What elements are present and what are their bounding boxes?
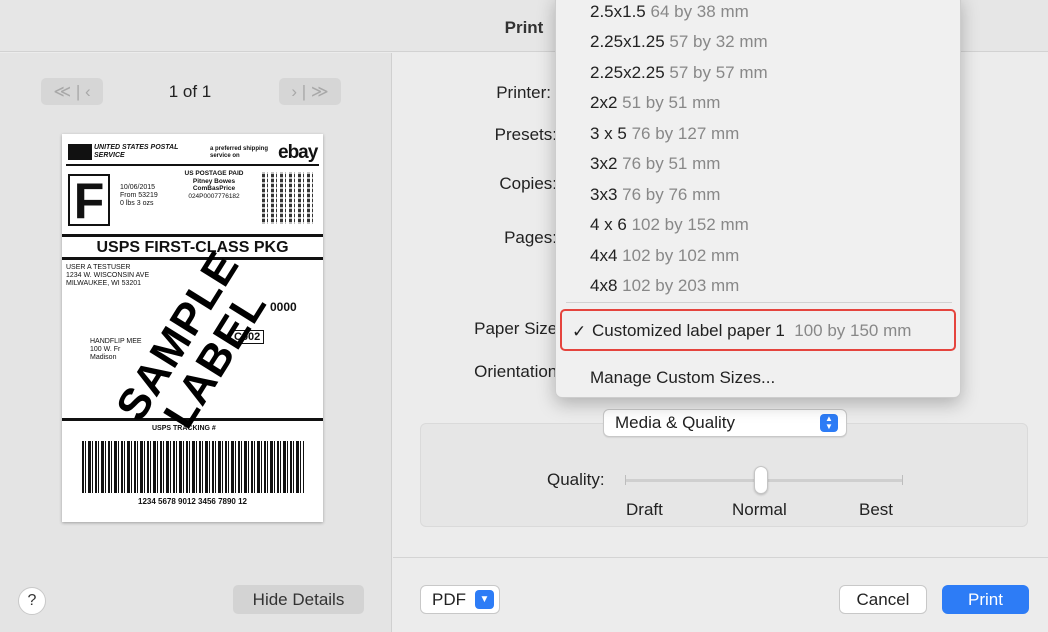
usps-eagle-icon (68, 144, 92, 160)
updown-chevron-icon: ▲ ▼ (820, 414, 838, 432)
quality-normal: Normal (732, 500, 787, 519)
quality-best: Best (859, 500, 894, 519)
print-button[interactable]: Print (942, 585, 1029, 614)
paper-size-menu: 2.5x1.5 64 by 38 mm 2.25x1.25 57 by 32 m… (555, 0, 961, 398)
menu-item-selected-paper[interactable]: ✓ Customized label paper 1 100 by 150 mm (560, 309, 956, 351)
presets-label: Presets: (494, 125, 557, 144)
menu-item-paper[interactable]: 4x4 102 by 102 mm (590, 246, 739, 266)
first-page-button[interactable]: ≪ | ‹ (41, 78, 103, 105)
section-select[interactable]: Media & Quality ▲ ▼ (603, 409, 847, 437)
slider-tick (902, 475, 903, 485)
pdf-label: PDF (432, 590, 466, 609)
menu-item-paper[interactable]: 2.25x1.25 57 by 32 mm (590, 32, 768, 52)
postage-paid: US POSTAGE PAID (184, 170, 244, 177)
preview-pane: ≪ | ‹ 1 of 1 › | ≫ UNITED STATES POSTAL … (0, 53, 392, 632)
pages-label: Pages: (504, 228, 557, 247)
from-zip: From 53219 (120, 192, 158, 199)
copies-label: Copies: (499, 174, 557, 193)
to-street: 100 W. Fr (90, 346, 121, 353)
quality-label: Quality: (547, 470, 605, 489)
manage-custom-sizes-item[interactable]: Manage Custom Sizes... (590, 368, 775, 388)
preferred-text: a preferred shipping service on (210, 146, 269, 159)
selected-paper-text: Customized label paper 1 100 by 150 mm (592, 321, 911, 341)
paper-dimensions: 64 by 38 mm (650, 2, 749, 21)
tracking-number: 1234 5678 9012 3456 7890 12 (138, 497, 247, 506)
menu-separator (566, 302, 952, 303)
label-preview: UNITED STATES POSTAL SERVICE a preferred… (62, 134, 323, 522)
paper-name: 3 x 5 (590, 124, 627, 143)
ship-date: 10/06/2015 (120, 184, 156, 191)
menu-item-paper[interactable]: 2.5x1.5 64 by 38 mm (590, 2, 749, 22)
paper-name: 2x2 (590, 93, 618, 112)
checkmark-icon: ✓ (572, 322, 587, 341)
paper-dimensions: 102 by 152 mm (631, 215, 749, 234)
hide-details-button[interactable]: Hide Details (233, 585, 364, 614)
paper-name: 3x2 (590, 154, 618, 173)
section-select-value: Media & Quality (615, 413, 735, 432)
footer-divider (393, 557, 1048, 558)
ship-info: 10/06/2015 From 53219 0 lbs 3 ozs (120, 184, 158, 208)
paper-dimensions: 102 by 102 mm (622, 246, 740, 265)
paper-dimensions: 100 by 150 mm (794, 321, 912, 340)
menu-item-paper[interactable]: 4 x 6 102 by 152 mm (590, 215, 749, 235)
paper-dimensions: 51 by 51 mm (622, 93, 721, 112)
paper-name: Customized label paper 1 (592, 321, 785, 340)
menu-item-paper[interactable]: 3x2 76 by 51 mm (590, 154, 720, 174)
page-count: 1 of 1 (168, 82, 212, 101)
from-street: 1234 W. WISCONSIN AVE (66, 272, 150, 279)
paper-size-label: Paper Size: (474, 319, 562, 338)
printer-label: Printer: (496, 83, 551, 102)
slider-tick (625, 475, 626, 485)
paper-dimensions: 76 by 127 mm (631, 124, 740, 143)
paper-dimensions: 102 by 203 mm (622, 276, 740, 295)
weight: 0 lbs 3 ozs (120, 200, 154, 207)
quality-panel: Quality: Draft Normal Best (420, 423, 1028, 527)
paper-name: 4x8 (590, 276, 618, 295)
postage-vendor: Pitney Bowes (192, 177, 236, 185)
class-letter: F (68, 174, 110, 226)
menu-item-paper[interactable]: 3x3 76 by 76 mm (590, 185, 720, 205)
from-address: USER A TESTUSER 1234 W. WISCONSIN AVE MI… (66, 264, 149, 288)
chevron-down-icon: ▼ (475, 590, 494, 609)
last-page-button[interactable]: › | ≫ (279, 78, 341, 105)
menu-item-paper[interactable]: 2x2 51 by 51 mm (590, 93, 720, 113)
ebay-logo: ebay (278, 142, 318, 163)
menu-item-paper[interactable]: 4x8 102 by 203 mm (590, 276, 739, 296)
label-header: UNITED STATES POSTAL SERVICE a preferred… (66, 140, 319, 166)
pdf-menu-button[interactable]: PDF ▼ (420, 585, 500, 614)
to-name: HANDFLIP MEE (90, 338, 142, 345)
cancel-button[interactable]: Cancel (839, 585, 927, 614)
paper-name: 3x3 (590, 185, 618, 204)
menu-item-paper[interactable]: 2.25x2.25 57 by 57 mm (590, 63, 768, 83)
paper-name: 2.5x1.5 (590, 2, 646, 21)
paper-dimensions: 76 by 51 mm (622, 154, 721, 173)
paper-name: 2.25x2.25 (590, 63, 665, 82)
orientation-label: Orientation: (474, 362, 562, 381)
paper-dimensions: 57 by 57 mm (669, 63, 768, 82)
menu-item-paper[interactable]: 3 x 5 76 by 127 mm (590, 124, 739, 144)
carrier-name: UNITED STATES POSTAL SERVICE (94, 144, 179, 159)
paper-dimensions: 76 by 76 mm (622, 185, 721, 204)
paper-dimensions: 57 by 32 mm (669, 32, 768, 51)
from-name: USER A TESTUSER (66, 264, 131, 271)
quality-slider-knob[interactable] (754, 466, 768, 494)
paper-name: 2.25x1.25 (590, 32, 665, 51)
paper-name: 4 x 6 (590, 215, 627, 234)
paper-name: 4x4 (590, 246, 618, 265)
quality-draft: Draft (626, 500, 663, 519)
help-button[interactable]: ? (18, 587, 46, 615)
from-city: MILWAUKEE, WI 53201 (66, 280, 142, 287)
